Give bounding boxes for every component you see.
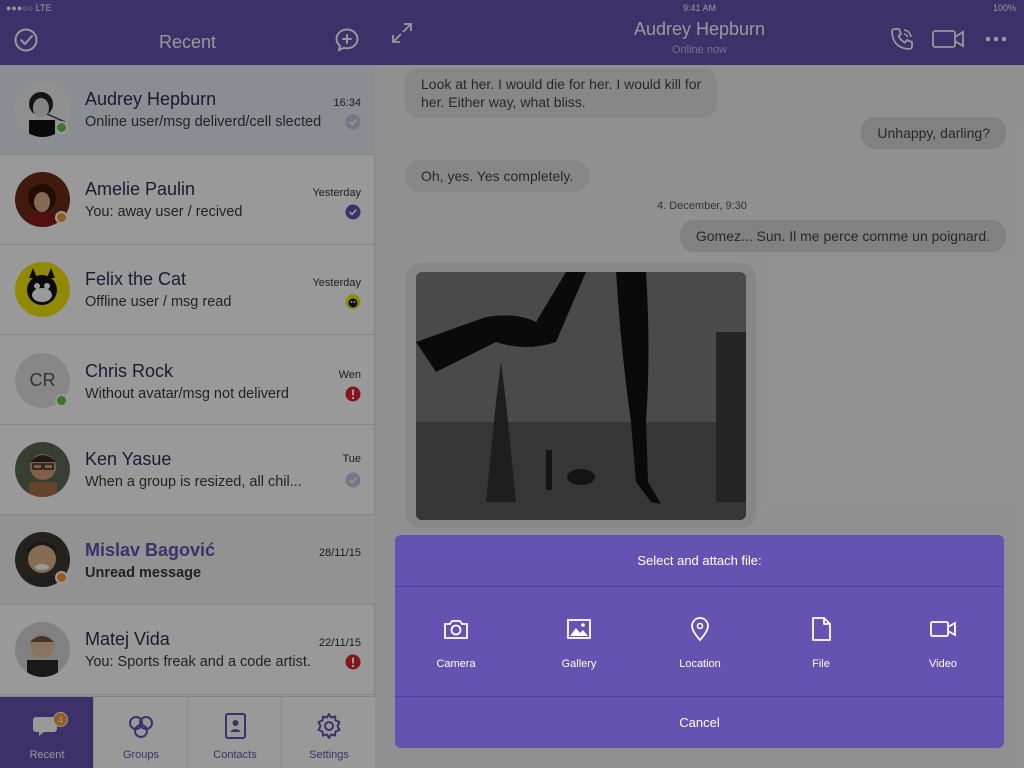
presence-online: [55, 394, 68, 407]
tab-label: Recent: [29, 749, 65, 761]
chat-row-matej-vida[interactable]: Matej Vida You: Sports freak and a code …: [0, 605, 375, 695]
groups-icon: [129, 716, 153, 738]
last-message: Offline user / msg read: [85, 294, 232, 310]
page-title: Recent: [158, 32, 217, 52]
chat-row-chris-rock[interactable]: CR Chris Rock Without avatar/msg not del…: [0, 335, 375, 425]
last-message: You: away user / recived: [85, 204, 243, 220]
camera-icon: [444, 620, 468, 639]
contact-name: Chris Rock: [85, 361, 174, 381]
avatar: [15, 622, 70, 677]
read-avatar-icon: [345, 294, 361, 310]
phone-icon[interactable]: [889, 26, 915, 52]
contacts-icon: [225, 713, 246, 739]
left-header: ●●●○○ LTE Recent: [0, 0, 375, 65]
location-pin-icon: [691, 617, 709, 642]
divider: [395, 586, 1004, 587]
option-label: Video: [929, 658, 957, 670]
photo: [416, 272, 746, 520]
video-call-icon[interactable]: [931, 28, 965, 50]
last-message: When a group is resized, all chil...: [85, 474, 302, 490]
option-label: File: [812, 658, 830, 670]
attach-file-button[interactable]: File: [781, 615, 861, 675]
status-time: 9:41 AM: [682, 3, 717, 13]
message-time: Tue: [342, 453, 361, 465]
contact-name: Matej Vida: [85, 629, 170, 649]
conversation-title: Audrey Hepburn: [633, 19, 766, 39]
tab-contacts[interactable]: Contacts: [188, 697, 282, 768]
message-time: 28/11/15: [318, 547, 361, 559]
avatar: [15, 262, 70, 317]
message-in: Oh, yes. Yes completely.: [405, 160, 590, 192]
chat-row-ken-yasue[interactable]: Ken Yasue When a group is resized, all c…: [0, 425, 375, 515]
last-message: Unread message: [85, 565, 202, 581]
video-icon: [930, 621, 956, 637]
status-carrier: ●●●○○ LTE: [6, 3, 52, 13]
chat-list-pane: ●●●○○ LTE Recent Audrey Hepburn Online u…: [0, 0, 375, 768]
chat-row-amelie-paulin[interactable]: Amelie Paulin You: away user / recived Y…: [0, 155, 375, 245]
message-time: Wen: [338, 369, 361, 381]
attach-location-button[interactable]: Location: [660, 615, 740, 675]
new-message-icon[interactable]: [334, 27, 360, 53]
tab-recent[interactable]: 4 Recent: [0, 697, 94, 768]
cancel-button[interactable]: Cancel: [395, 715, 1004, 730]
presence-away: [55, 571, 68, 584]
message-text: Look at her. I would die for her. I woul…: [421, 76, 702, 92]
image-icon: [567, 619, 591, 639]
gear-icon: [317, 713, 341, 739]
option-label: Camera: [436, 658, 476, 670]
message-out: Unhappy, darling?: [861, 117, 1006, 149]
presence-online: [55, 121, 68, 134]
error-icon: [345, 386, 361, 402]
last-message: Without avatar/msg not deliverd: [85, 386, 289, 402]
conversation-header: 9:41 AM 100% Audrey Hepburn Online now: [375, 0, 1024, 65]
tab-label: Contacts: [213, 749, 257, 761]
attach-gallery-button[interactable]: Gallery: [539, 615, 619, 675]
last-message: Online user/msg deliverd/cell slected: [85, 114, 322, 130]
message-out: Gomez... Sun. Il me perce comme un poign…: [679, 220, 1006, 252]
unread-badge: 4: [53, 712, 68, 727]
tab-label: Settings: [309, 749, 349, 761]
message-time: Yesterday: [312, 187, 361, 199]
divider: [395, 696, 1004, 697]
attach-sheet: Select and attach file: Camera Gallery L…: [395, 535, 1004, 748]
message-in: Look at her. I would die for her. I woul…: [405, 68, 718, 118]
message-text: her. Either way, what bliss.: [421, 94, 586, 110]
chat-row-audrey-hepburn[interactable]: Audrey Hepburn Online user/msg deliverd/…: [0, 65, 375, 155]
delivered-check-icon: [345, 114, 361, 130]
error-icon: [345, 654, 361, 670]
contact-name: Ken Yasue: [85, 449, 172, 469]
received-check-icon: [345, 204, 361, 220]
last-message: You: Sports freak and a code artist.: [85, 654, 311, 670]
option-label: Location: [679, 658, 721, 670]
tab-bar: 4 Recent Groups Contacts Settings: [0, 696, 375, 768]
tab-settings[interactable]: Settings: [282, 697, 376, 768]
message-time: Yesterday: [312, 277, 361, 289]
more-icon[interactable]: [985, 34, 1007, 44]
option-label: Gallery: [561, 658, 597, 670]
message-time: 22/11/15: [318, 637, 361, 649]
conversation-status: Online now: [671, 44, 728, 56]
avatar: [15, 442, 70, 497]
presence-away: [55, 211, 68, 224]
date-separator: 4. December, 9:30: [657, 200, 747, 212]
contact-name: Amelie Paulin: [85, 179, 196, 199]
contact-name: Felix the Cat: [85, 269, 187, 289]
delivered-check-icon: [345, 472, 361, 488]
chat-row-felix-the-cat[interactable]: Felix the Cat Offline user / msg read Ye…: [0, 245, 375, 335]
attach-camera-button[interactable]: Camera: [416, 615, 496, 675]
contact-name: Audrey Hepburn: [85, 89, 217, 109]
sheet-title: Select and attach file:: [637, 553, 762, 568]
image-message[interactable]: [406, 263, 756, 528]
status-battery: 100%: [992, 3, 1016, 13]
message-time: 16:34: [333, 97, 361, 109]
tab-label: Groups: [122, 749, 160, 761]
file-icon: [812, 617, 831, 641]
attach-video-button[interactable]: Video: [903, 615, 983, 675]
contact-name: Mislav Bagović: [85, 540, 216, 560]
tab-groups[interactable]: Groups: [94, 697, 188, 768]
chat-row-mislav-bagovic[interactable]: Mislav Bagović Unread message 28/11/15: [0, 515, 375, 605]
